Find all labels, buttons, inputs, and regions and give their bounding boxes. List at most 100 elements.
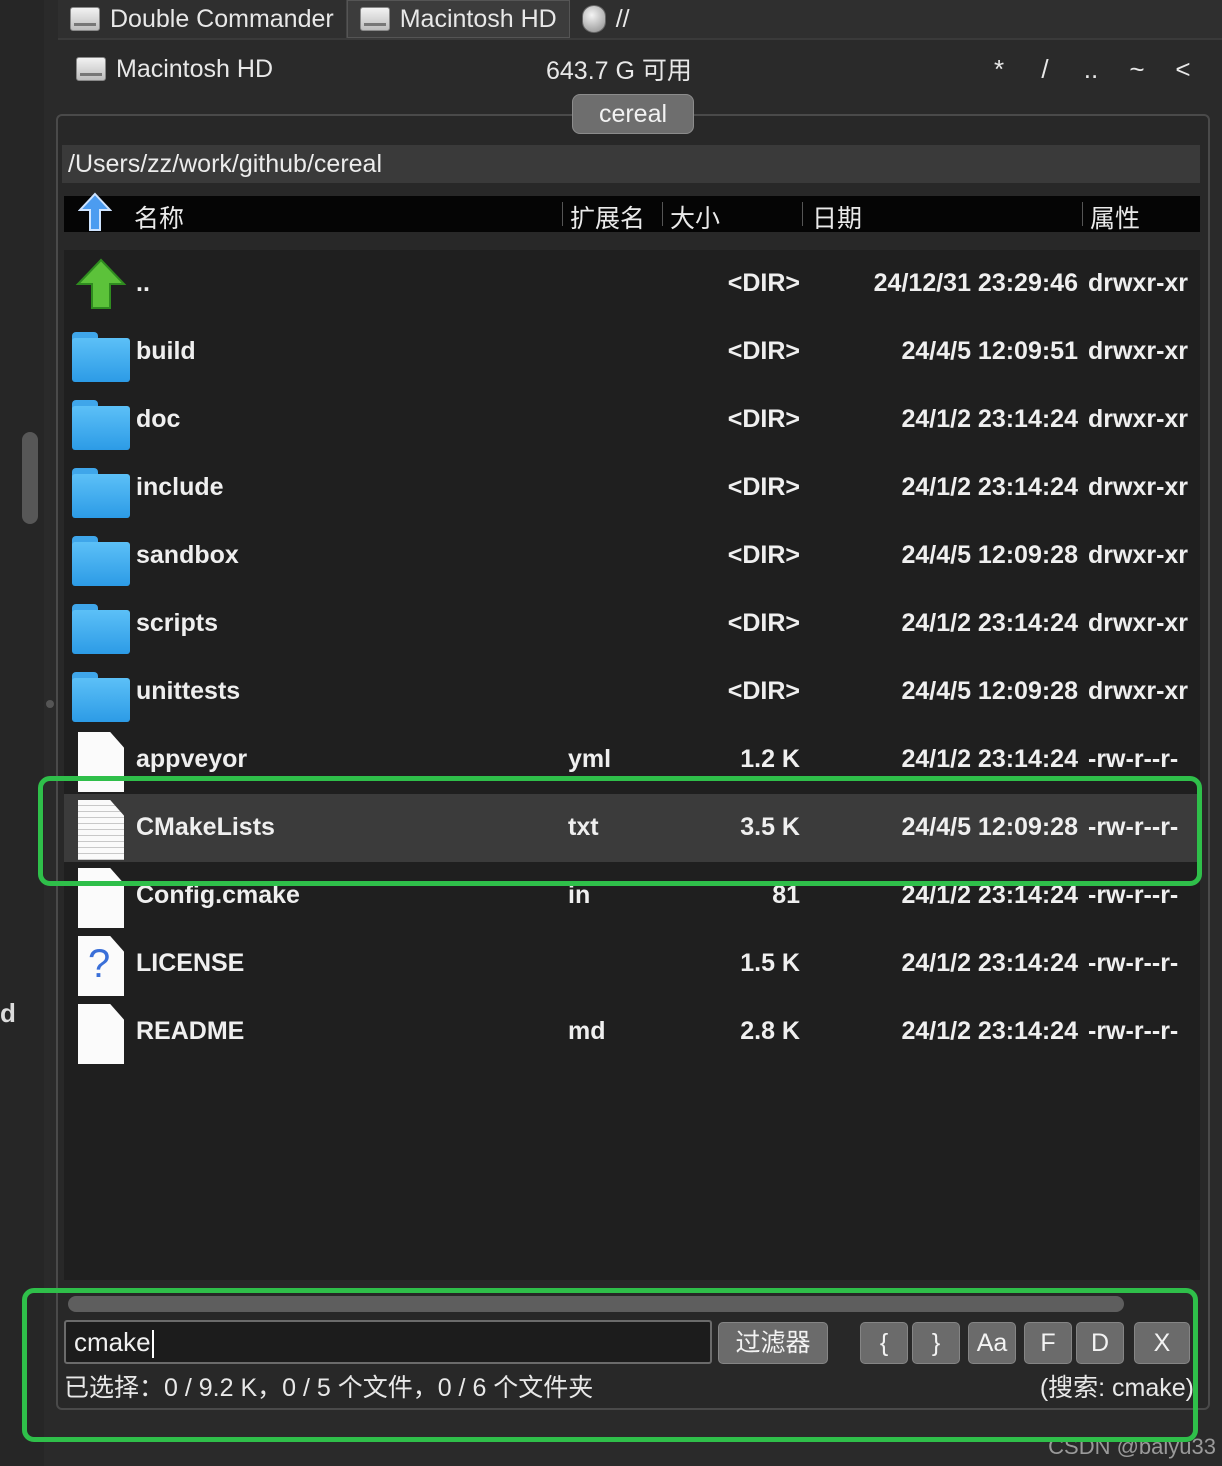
file-row[interactable]: include <DIR> 24/1/2 23:14:24 drwxr-xr xyxy=(64,454,1200,522)
file-attr: -rw-r--r- xyxy=(1088,949,1179,977)
file-size: <DIR> xyxy=(727,677,800,705)
file-name: LICENSE xyxy=(136,949,245,977)
folder-icon xyxy=(72,324,130,382)
column-separator[interactable] xyxy=(562,202,563,226)
file-attr: drwxr-xr xyxy=(1088,473,1189,501)
file-date: 24/1/2 23:14:24 xyxy=(901,949,1078,977)
file-size: 2.8 K xyxy=(740,1017,800,1045)
files-only-button[interactable]: F xyxy=(1024,1322,1072,1364)
network-icon xyxy=(581,5,606,33)
file-attr: drwxr-xr xyxy=(1088,405,1189,433)
file-row[interactable]: README md 2.8 K 24/1/2 23:14:24 -rw-r--r… xyxy=(64,998,1200,1066)
drive-tab-label: Macintosh HD xyxy=(399,4,557,33)
file-name: CMakeLists xyxy=(136,813,275,841)
root-favorites-button[interactable]: * xyxy=(976,54,1022,85)
file-date: 24/1/2 23:14:24 xyxy=(901,745,1078,773)
quick-nav-buttons: * / .. ~ < xyxy=(976,54,1206,85)
file-date: 24/1/2 23:14:24 xyxy=(901,473,1078,501)
file-date: 24/4/5 12:09:51 xyxy=(901,337,1078,365)
horizontal-scrollbar[interactable] xyxy=(68,1296,1124,1312)
drive-tabbar: Double Commander Macintosh HD // xyxy=(58,0,1222,40)
go-up-arrow-icon xyxy=(75,258,127,309)
root-dir-button[interactable]: / xyxy=(1022,54,1068,85)
hard-drive-icon xyxy=(70,7,100,31)
left-panel-edge: d xyxy=(0,0,44,1466)
file-date: 24/1/2 23:14:24 xyxy=(901,609,1078,637)
column-ext[interactable]: 扩展名 xyxy=(570,199,645,235)
file-row[interactable]: Config.cmake in 81 24/1/2 23:14:24 -rw-r… xyxy=(64,862,1200,930)
drive-tab-label: Double Commander xyxy=(110,4,334,33)
file-size: <DIR> xyxy=(727,473,800,501)
hard-drive-icon xyxy=(359,7,390,31)
column-size[interactable]: 大小 xyxy=(670,199,720,235)
file-row-parent[interactable]: .. <DIR> 24/12/31 23:29:46 drwxr-xr xyxy=(64,250,1200,318)
file-name: scripts xyxy=(136,609,218,637)
file-size: <DIR> xyxy=(727,609,800,637)
file-row[interactable]: unittests <DIR> 24/4/5 12:09:28 drwxr-xr xyxy=(64,658,1200,726)
file-size: <DIR> xyxy=(727,269,800,297)
file-size: 1.5 K xyxy=(740,949,800,977)
file-attr: -rw-r--r- xyxy=(1088,1017,1179,1045)
file-date: 24/12/31 23:29:46 xyxy=(873,269,1078,297)
file-row[interactable]: build <DIR> 24/4/5 12:09:51 drwxr-xr xyxy=(64,318,1200,386)
watermark: CSDN @baiyu33 xyxy=(1048,1434,1216,1459)
file-name: appveyor xyxy=(136,745,248,773)
file-name: unittests xyxy=(136,677,241,705)
file-row-selected[interactable]: CMakeLists txt 3.5 K 24/4/5 12:09:28 -rw… xyxy=(64,794,1200,862)
close-filter-button[interactable]: X xyxy=(1134,1322,1190,1364)
file-size: <DIR> xyxy=(727,337,800,365)
column-separator[interactable] xyxy=(1082,202,1083,226)
file-name: doc xyxy=(136,405,181,433)
drive-tab-double-commander[interactable]: Double Commander xyxy=(58,0,347,38)
unknown-file-icon: ? xyxy=(72,936,130,996)
file-date: 24/1/2 23:14:24 xyxy=(901,1017,1078,1045)
file-name: include xyxy=(136,473,224,501)
parent-dir-button[interactable]: .. xyxy=(1068,54,1114,85)
search-status: (搜索: cmake) xyxy=(1039,1374,1194,1402)
case-sensitive-button[interactable]: Aa xyxy=(968,1322,1016,1364)
file-size: <DIR> xyxy=(727,405,800,433)
file-row[interactable]: sandbox <DIR> 24/4/5 12:09:28 drwxr-xr xyxy=(64,522,1200,590)
splitter-handle[interactable] xyxy=(46,700,54,708)
file-date: 24/4/5 12:09:28 xyxy=(901,541,1078,569)
file-attr: drwxr-xr xyxy=(1088,677,1189,705)
home-dir-button[interactable]: ~ xyxy=(1114,54,1160,85)
sort-up-arrow-icon[interactable] xyxy=(78,192,112,232)
column-attr[interactable]: 属性 xyxy=(1090,199,1140,235)
folder-icon xyxy=(72,528,130,586)
file-name: Config.cmake xyxy=(136,881,300,909)
history-back-button[interactable]: < xyxy=(1160,54,1206,85)
filter-button[interactable]: 过滤器 xyxy=(718,1322,828,1364)
file-attr: -rw-r--r- xyxy=(1088,745,1179,773)
left-panel-scrollbar[interactable] xyxy=(22,432,38,524)
folder-icon xyxy=(72,460,130,518)
file-name: build xyxy=(136,337,196,365)
match-ending-button[interactable]: } xyxy=(912,1322,960,1364)
text-document-icon xyxy=(72,800,130,860)
match-beginning-button[interactable]: { xyxy=(860,1322,908,1364)
file-row[interactable]: doc <DIR> 24/1/2 23:14:24 drwxr-xr xyxy=(64,386,1200,454)
drive-tab-macintosh-hd[interactable]: Macintosh HD xyxy=(346,0,570,38)
quick-filter-input[interactable]: cmake xyxy=(64,1320,712,1364)
column-date[interactable]: 日期 xyxy=(812,199,862,235)
drive-tab-network[interactable]: // xyxy=(570,0,642,38)
file-list[interactable]: .. <DIR> 24/12/31 23:29:46 drwxr-xr buil… xyxy=(64,250,1200,1280)
path-bar[interactable]: /Users/zz/work/github/cereal xyxy=(62,145,1200,183)
file-row[interactable]: appveyor yml 1.2 K 24/1/2 23:14:24 -rw-r… xyxy=(64,726,1200,794)
drive-tab-label: // xyxy=(615,4,630,33)
column-name[interactable]: 名称 xyxy=(134,199,184,235)
left-panel-text: d xyxy=(0,998,16,1028)
panel-tab-cereal[interactable]: cereal xyxy=(572,94,694,134)
folder-icon xyxy=(72,392,130,450)
current-drive[interactable]: Macintosh HD xyxy=(76,55,546,84)
file-row[interactable]: scripts <DIR> 24/1/2 23:14:24 drwxr-xr xyxy=(64,590,1200,658)
file-name: README xyxy=(136,1017,245,1045)
column-separator[interactable] xyxy=(662,202,663,226)
column-separator[interactable] xyxy=(802,202,803,226)
file-date: 24/4/5 12:09:28 xyxy=(901,813,1078,841)
directories-only-button[interactable]: D xyxy=(1076,1322,1124,1364)
drive-name: Macintosh HD xyxy=(116,54,273,83)
document-icon xyxy=(72,732,130,792)
document-icon xyxy=(72,1004,130,1064)
file-row[interactable]: ? LICENSE 1.5 K 24/1/2 23:14:24 -rw-r--r… xyxy=(64,930,1200,998)
